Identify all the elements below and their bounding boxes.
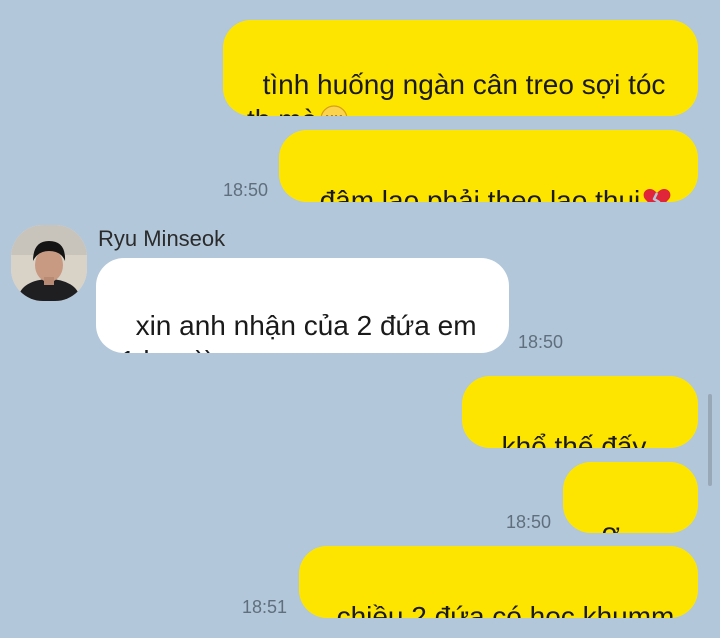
avatar[interactable] <box>11 225 87 301</box>
message-timestamp: 18:50 <box>506 512 552 532</box>
message-bubble-outgoing[interactable]: tình huống ngàn cân treo sợi tóc th mà <box>223 20 698 116</box>
message-text: chiều 2 đứa có học khumm <box>336 601 675 618</box>
message-timestamp: 18:51 <box>242 597 288 617</box>
message-bubble-outgoing[interactable]: khổ thế đấy <box>462 376 698 448</box>
message-text: tình huống ngàn cân treo sợi tóc th mà <box>247 69 666 116</box>
message-bubble-outgoing[interactable]: đâm lao phải theo lao thui <box>279 130 698 202</box>
message-bubble-incoming[interactable]: xin anh nhận của 2 đứa em 1 lạy=)) <box>96 258 509 353</box>
message-text: xin anh nhận của 2 đứa em 1 lạy=)) <box>120 310 477 353</box>
broken-heart-emoji-icon <box>642 185 672 202</box>
message-bubble-outgoing[interactable]: ơ màaa <box>563 462 698 533</box>
message-text: ơ màaa <box>601 517 620 533</box>
message-text: khổ thế đấy <box>501 431 655 448</box>
sender-name: Ryu Minseok <box>98 226 226 251</box>
message-timestamp: 18:50 <box>223 180 269 200</box>
message-bubble-outgoing[interactable]: chiều 2 đứa có học khumm <box>299 546 698 618</box>
message-timestamp: 18:50 <box>518 332 564 352</box>
scrollbar[interactable] <box>708 394 712 486</box>
pensive-face-emoji-icon <box>319 104 349 116</box>
message-text: đâm lao phải theo lao thui <box>319 185 641 202</box>
